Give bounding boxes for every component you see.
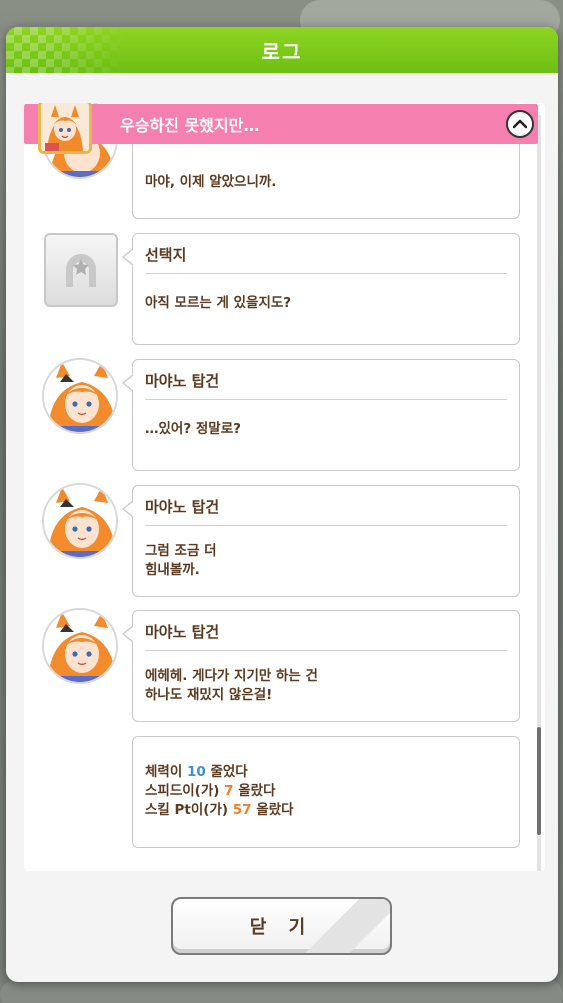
result-value: 10 (186, 764, 206, 780)
scrollbar-thumb[interactable] (537, 727, 541, 835)
message-line: 아직 모르는 게 있을지도? (145, 295, 292, 311)
message-bubble: 마야, 이제 알았으니까. (132, 143, 520, 219)
close-label: 닫 기 (249, 917, 314, 938)
speaker-name: 마야노 탑건 (145, 494, 507, 526)
modal-title: 로그 (261, 39, 303, 64)
chapter-banner[interactable]: 우승하진 못했지만… (24, 103, 538, 154)
speaker-name: 마야노 탑건 (145, 368, 507, 400)
message-line: 그럼 조금 더 (145, 543, 217, 559)
chevron-up-icon (513, 119, 527, 129)
modal-header: 로그 (6, 27, 558, 73)
message-line: 마야, 이제 알았으니까. (145, 174, 277, 190)
message-line: 힘내볼까. (145, 562, 200, 578)
banner-title: 우승하진 못했지만… (120, 116, 260, 135)
result-prefix: 스피드이(가) (145, 783, 225, 799)
log-list[interactable]: 우승하진 못했지만… 마야, 이제 알았으니까. 선택지 아직 모르는 게 있을… (24, 103, 545, 871)
result-prefix: 스킬 Pt이(가) (145, 802, 233, 818)
message-bubble: 선택지 아직 모르는 게 있을지도? (122, 233, 520, 345)
banner-avatar (38, 103, 92, 154)
close-button[interactable]: 닫 기 (171, 897, 392, 955)
avatar (42, 358, 118, 434)
speaker-name: 마야노 탑건 (145, 619, 507, 651)
choice-avatar (44, 233, 118, 307)
header-pattern (6, 27, 126, 73)
collapse-button[interactable] (506, 110, 534, 138)
message-bubble: 마야노 탑건 …있어? 정말로? (122, 359, 520, 471)
message-line: …있어? 정말로? (145, 421, 241, 437)
result-suffix: 올랐다 (233, 783, 276, 799)
result-line: 스피드이(가) 7 올랐다 (145, 782, 507, 801)
speaker-name: 선택지 (145, 242, 507, 274)
message-bubble: 마야노 탑건 에헤헤. 게다가 지기만 하는 건 하나도 재밌지 않은걸! (122, 610, 520, 722)
result-line: 체력이 10 줄었다 (145, 763, 507, 782)
result-value: 57 (232, 802, 252, 818)
result-prefix: 체력이 (145, 764, 187, 780)
message-bubble: 마야노 탑건 그럼 조금 더 힘내볼까. (122, 485, 520, 597)
message-line: 에헤헤. 게다가 지기만 하는 건 (145, 668, 318, 684)
result-suffix: 줄었다 (205, 764, 248, 780)
horseshoe-icon (66, 254, 96, 287)
result-line: 스킬 Pt이(가) 57 올랐다 (145, 801, 507, 820)
avatar (42, 608, 118, 684)
result-suffix: 올랐다 (251, 802, 294, 818)
avatar (42, 483, 118, 559)
result-box: 체력이 10 줄었다 스피드이(가) 7 올랐다 스킬 Pt이(가) 57 올랐… (132, 736, 520, 848)
message-line: 하나도 재밌지 않은걸! (145, 687, 273, 703)
result-value: 7 (224, 783, 234, 799)
